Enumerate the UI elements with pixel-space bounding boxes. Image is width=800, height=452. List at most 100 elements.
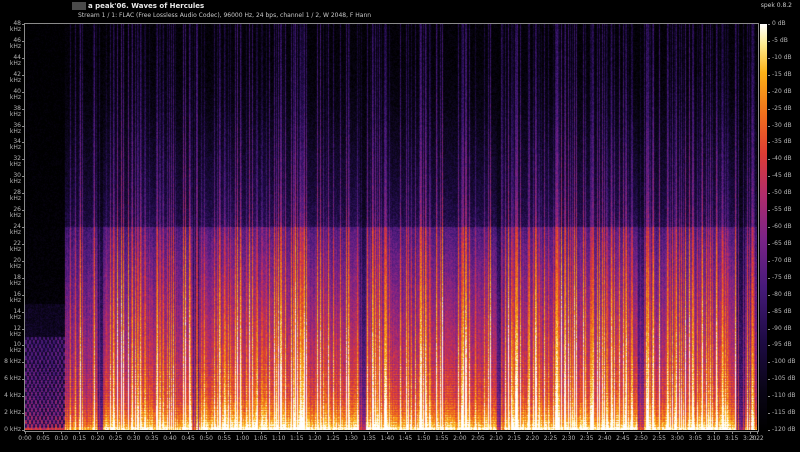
db-tick-label: -65 dB	[772, 241, 792, 247]
time-tick-label: 3:05	[689, 436, 702, 442]
db-tick-label: -5 dB	[772, 38, 788, 44]
time-tick-label: 2:20	[526, 436, 539, 442]
freq-tick-label: 10 kHz	[1, 342, 21, 354]
time-tick-label: 3:20	[743, 436, 756, 442]
db-tick-mark	[768, 329, 770, 330]
time-tick-label: 3:00	[671, 436, 684, 442]
time-tick-label: 2:55	[652, 436, 665, 442]
freq-tick-label: 24 kHz	[1, 224, 21, 236]
db-tick-mark	[768, 159, 770, 160]
time-tick-label: 1:05	[254, 436, 267, 442]
db-tick-mark	[768, 58, 770, 59]
db-tick-mark	[768, 142, 770, 143]
time-tick-label: 1:35	[363, 436, 376, 442]
time-tick-label: 0:10	[54, 436, 67, 442]
freq-tick-label: 46 kHz	[1, 38, 21, 50]
time-tick-label: 2:00	[453, 436, 466, 442]
db-tick-label: -110 dB	[772, 393, 795, 399]
db-tick-label: -90 dB	[772, 326, 792, 332]
db-tick-label: -20 dB	[772, 89, 792, 95]
db-tick-label: -45 dB	[772, 173, 792, 179]
db-tick-label: -35 dB	[772, 139, 792, 145]
time-tick-label: 1:40	[381, 436, 394, 442]
time-tick-label: 2:35	[580, 436, 593, 442]
time-tick-label: 2:05	[471, 436, 484, 442]
db-tick-label: -60 dB	[772, 224, 792, 230]
db-tick-mark	[768, 24, 770, 25]
db-tick-mark	[768, 109, 770, 110]
time-tick-label: 1:55	[435, 436, 448, 442]
time-tick-label: 0:25	[109, 436, 122, 442]
time-tick-label: 0:35	[145, 436, 158, 442]
db-tick-label: -25 dB	[772, 106, 792, 112]
time-tick-label: 1:00	[236, 436, 249, 442]
spek-window: a peak'06. Waves of Hercules spek 0.8.2 …	[0, 0, 800, 452]
time-tick-label: 3:15	[725, 436, 738, 442]
time-tick-label: 0:30	[127, 436, 140, 442]
freq-tick-label: 8 kHz	[1, 359, 21, 365]
db-tick-mark	[768, 396, 770, 397]
time-tick-label: 2:30	[562, 436, 575, 442]
db-tick-mark	[768, 295, 770, 296]
freq-tick-label: 40 kHz	[1, 89, 21, 101]
time-tick-label: 0:40	[163, 436, 176, 442]
db-tick-mark	[768, 210, 770, 211]
db-tick-mark	[768, 227, 770, 228]
time-tick-label: 3:22	[750, 436, 763, 442]
db-tick-label: -80 dB	[772, 292, 792, 298]
time-tick-label: 0:50	[199, 436, 212, 442]
time-tick-label: 1:20	[308, 436, 321, 442]
db-tick-label: -105 dB	[772, 376, 795, 382]
time-tick-label: 1:45	[399, 436, 412, 442]
time-tick-label: 2:25	[544, 436, 557, 442]
freq-tick-label: 2 kHz	[1, 410, 21, 416]
db-tick-mark	[768, 176, 770, 177]
time-tick-label: 1:25	[326, 436, 339, 442]
freq-tick-label: 22 kHz	[1, 241, 21, 253]
db-tick-mark	[768, 362, 770, 363]
time-tick-label: 2:15	[507, 436, 520, 442]
time-tick-label: 0:00	[18, 436, 31, 442]
time-tick-label: 2:40	[598, 436, 611, 442]
db-tick-mark	[768, 193, 770, 194]
db-tick-label: 0 dB	[772, 21, 786, 27]
db-tick-label: -30 dB	[772, 123, 792, 129]
freq-tick-label: 4 kHz	[1, 393, 21, 399]
time-tick-label: 0:15	[73, 436, 86, 442]
db-tick-label: -50 dB	[772, 190, 792, 196]
freq-tick-label: 6 kHz	[1, 376, 21, 382]
freq-tick-label: 38 kHz	[1, 106, 21, 118]
time-tick-label: 2:50	[634, 436, 647, 442]
app-version: spek 0.8.2	[761, 2, 792, 9]
freq-tick-label: 48 kHz	[1, 21, 21, 33]
time-tick-label: 0:20	[91, 436, 104, 442]
db-tick-label: -95 dB	[772, 342, 792, 348]
db-tick-label: -55 dB	[772, 207, 792, 213]
freq-tick-label: 0 kHz	[1, 427, 21, 433]
time-tick-label: 1:30	[344, 436, 357, 442]
db-tick-label: -70 dB	[772, 258, 792, 264]
freq-tick-label: 20 kHz	[1, 258, 21, 270]
db-tick-mark	[768, 244, 770, 245]
db-tick-mark	[768, 75, 770, 76]
time-tick-label: 1:15	[290, 436, 303, 442]
freq-tick-label: 32 kHz	[1, 156, 21, 168]
freq-tick-label: 26 kHz	[1, 207, 21, 219]
db-tick-mark	[768, 430, 770, 431]
time-tick-label: 3:10	[707, 436, 720, 442]
freq-tick-label: 42 kHz	[1, 72, 21, 84]
time-tick-label: 1:50	[417, 436, 430, 442]
freq-tick-label: 44 kHz	[1, 55, 21, 67]
db-tick-mark	[768, 41, 770, 42]
time-tick-label: 1:10	[272, 436, 285, 442]
palette-legend	[760, 24, 767, 430]
filename-title: a peak'06. Waves of Hercules	[88, 2, 204, 10]
db-tick-mark	[768, 345, 770, 346]
time-tick-label: 0:45	[181, 436, 194, 442]
freq-tick-label: 16 kHz	[1, 292, 21, 304]
freq-tick-label: 18 kHz	[1, 275, 21, 287]
freq-tick-label: 28 kHz	[1, 190, 21, 202]
time-tick-label: 0:55	[218, 436, 231, 442]
freq-tick-label: 12 kHz	[1, 326, 21, 338]
db-tick-label: -15 dB	[772, 72, 792, 78]
